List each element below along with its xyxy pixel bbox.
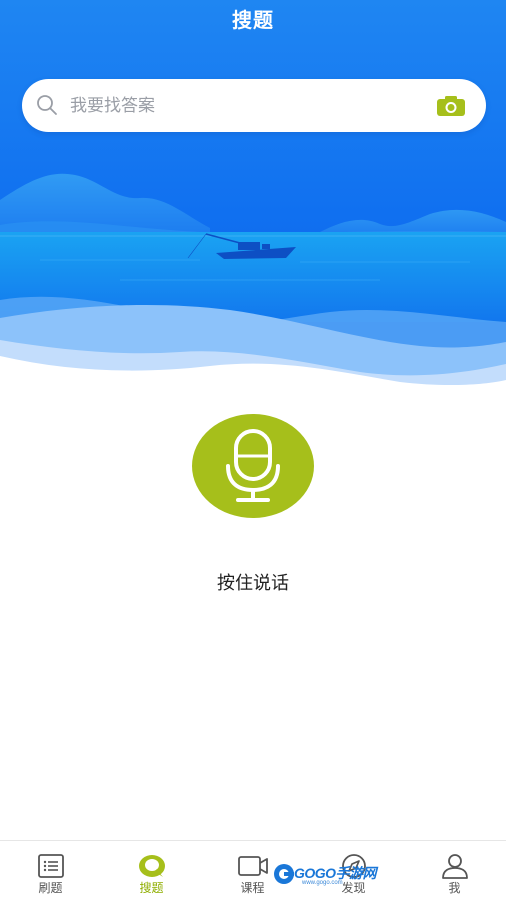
header-banner: 搜题 <box>0 0 506 390</box>
watermark-logo-icon <box>274 864 294 884</box>
watermark-subtext: www.gogo.com <box>302 880 343 886</box>
tab-label: 我 <box>448 881 461 895</box>
user-icon <box>442 854 468 879</box>
site-watermark: GOGO手游网 www.gogo.com <box>272 858 382 890</box>
lake-scenery-illustration <box>0 0 506 390</box>
video-icon <box>238 856 268 876</box>
bottom-tab-bar: 刷题 搜题 课程 发现 我 <box>0 840 506 900</box>
hold-to-talk-label: 按住说话 <box>217 573 289 594</box>
search-bar[interactable] <box>22 79 486 132</box>
tab-practice[interactable]: 刷题 <box>0 841 101 900</box>
tab-search[interactable]: 搜题 <box>101 841 202 900</box>
app-screen: 搜题 按住说话 <box>0 0 506 900</box>
camera-icon[interactable] <box>436 95 466 117</box>
tab-me[interactable]: 我 <box>404 841 505 900</box>
tab-label: 搜题 <box>139 881 164 895</box>
page-title: 搜题 <box>232 8 274 32</box>
list-icon <box>38 854 64 878</box>
voice-record-button[interactable] <box>192 414 314 518</box>
microphone-icon <box>226 429 280 502</box>
tab-label: 刷题 <box>38 881 63 895</box>
search-icon <box>37 95 57 115</box>
search-bubble-icon <box>139 855 165 877</box>
search-input[interactable] <box>70 89 420 122</box>
